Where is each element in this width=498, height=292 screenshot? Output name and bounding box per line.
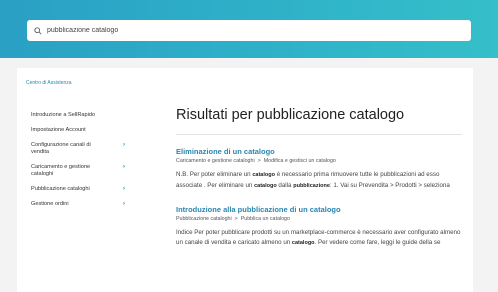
result-title-link[interactable]: Introduzione alla pubblicazione di un ca… [176,205,462,214]
search-result: Eliminazione di un catalogo Caricamento … [176,147,462,191]
sidebar-item-label: Impostazione Account [31,127,86,133]
content-panel: Centro di Assistenza Introduzione a Sell… [17,68,473,292]
crumb-separator: > [257,158,261,164]
snippet-highlight: pubblicazione [293,182,330,189]
chevron-right-icon[interactable]: › [123,164,131,171]
result-crumb-link[interactable]: Pubblica un catalogo [241,216,290,222]
result-crumb-link[interactable]: Modifica e gestisci un catalogo [264,158,336,164]
sidebar-item-impostazione-account[interactable]: Impostazione Account [31,127,131,134]
crumb-separator: > [234,216,238,222]
snippet-text: N.B. Per poter eliminare un [176,171,253,178]
result-crumb-link[interactable]: Caricamento e gestione cataloghi [176,158,255,164]
chevron-right-icon[interactable]: › [123,142,131,149]
snippet-highlight: catalogo [291,239,315,246]
hero-banner [0,0,498,58]
chevron-right-icon[interactable]: › [123,201,131,208]
search-input[interactable] [47,27,427,34]
sidebar-item-configurazione-canali[interactable]: Configurazione canali di vendita › [31,142,131,156]
breadcrumb-home-link[interactable]: Centro di Assistenza [26,80,72,86]
result-breadcrumb: Caricamento e gestione cataloghi > Modific… [176,158,462,165]
snippet-text: : 1. Vai su Prevendita > Prodotti > sele… [329,181,450,189]
sidebar-item-pubblicazione-cataloghi[interactable]: Pubblicazione cataloghi › [31,186,131,193]
snippet-text: . Per vedere come fare, leggi le guide d… [314,238,441,246]
sidebar-item-introduzione[interactable]: Introduzione a SellRapido [31,112,131,119]
search-results: Risultati per pubblicazione catalogo Eli… [176,106,462,248]
sidebar-item-label: Caricamento e gestione cataloghi [31,164,91,177]
sidebar-item-label: Gestione ordini [31,201,69,207]
result-breadcrumb: Pubblicazione cataloghi > Pubblica un cata… [176,216,462,223]
search-icon [34,26,42,35]
snippet-highlight: catalogo [252,172,275,178]
result-crumb-link[interactable]: Pubblicazione cataloghi [176,216,232,222]
sidebar: Introduzione a SellRapido Impostazione A… [31,112,131,216]
search-bar[interactable] [27,20,471,41]
sidebar-item-gestione-ordini[interactable]: Gestione ordini › [31,201,131,208]
sidebar-item-label: Configurazione canali di vendita [31,142,91,155]
snippet-highlight: catalogo [254,182,277,189]
page-title: Risultati per pubblicazione catalogo [176,106,462,135]
result-title-link[interactable]: Eliminazione di un catalogo [176,147,462,156]
snippet-text: dalla [276,181,294,189]
sidebar-item-caricamento-cataloghi[interactable]: Caricamento e gestione cataloghi › [31,164,131,178]
chevron-right-icon[interactable]: › [123,186,131,193]
result-snippet: N.B. Per poter eliminare un catalogo è n… [176,170,462,191]
sidebar-item-label: Introduzione a SellRapido [31,112,96,118]
result-snippet: Indice Per poter pubblicare prodotti su … [176,228,462,248]
search-result: Introduzione alla pubblicazione di un ca… [176,205,462,248]
sidebar-item-label: Pubblicazione cataloghi [31,186,90,192]
